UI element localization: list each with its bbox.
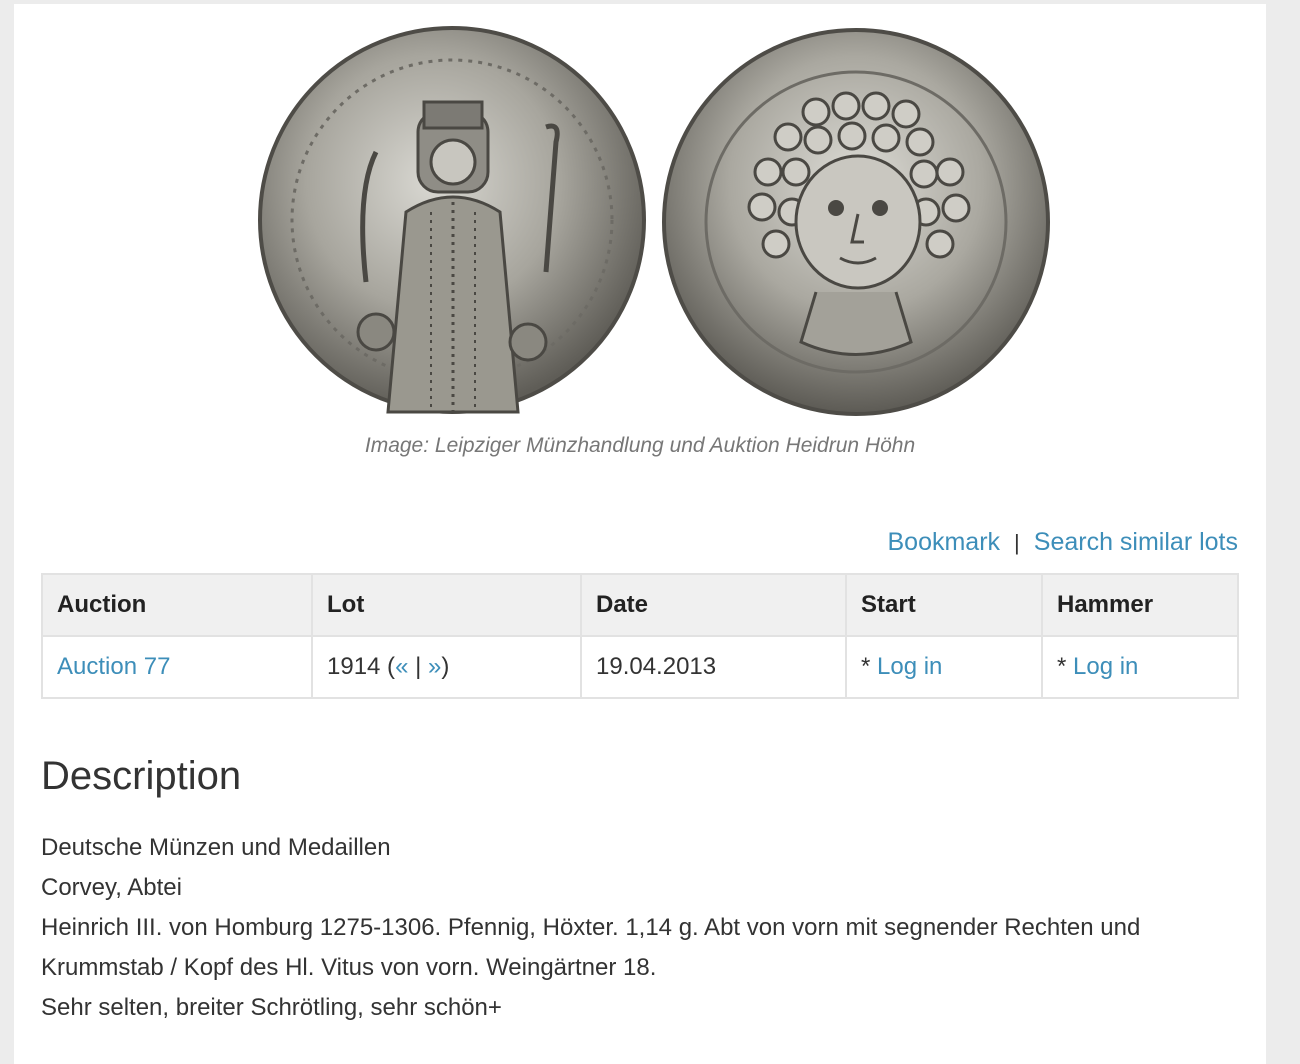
start-login-link[interactable]: Log in bbox=[877, 653, 942, 680]
hammer-prefix: * bbox=[1057, 653, 1067, 680]
hammer-login-link[interactable]: Log in bbox=[1073, 653, 1138, 680]
table-row: Auction 77 1914 (« | ») 19.04.2013 * Log… bbox=[41, 635, 1239, 699]
description-line: Heinrich III. von Homburg 1275-1306. Pfe… bbox=[41, 914, 1141, 981]
lot-table: Auction Lot Date Start Hammer Auction 77… bbox=[41, 573, 1239, 699]
search-similar-lots-link[interactable]: Search similar lots bbox=[1034, 528, 1238, 557]
description-line: Deutsche Münzen und Medaillen bbox=[41, 834, 391, 861]
cell-start: * Log in bbox=[845, 635, 1043, 699]
coin-obverse bbox=[258, 26, 646, 414]
header-auction: Auction bbox=[41, 573, 313, 637]
actions-separator: | bbox=[1014, 529, 1020, 555]
lot-number: 1914 bbox=[327, 653, 381, 680]
cell-auction: Auction 77 bbox=[41, 635, 313, 699]
cell-lot: 1914 (« | ») bbox=[311, 635, 582, 699]
description-body: Deutsche Münzen und Medaillen Corvey, Ab… bbox=[41, 828, 1246, 1028]
auction-link[interactable]: Auction 77 bbox=[57, 653, 170, 680]
table-header-row: Auction Lot Date Start Hammer bbox=[41, 573, 1239, 637]
bookmark-link[interactable]: Bookmark bbox=[888, 528, 1001, 557]
description-line: Sehr selten, breiter Schrötling, sehr sc… bbox=[41, 994, 502, 1021]
description-heading: Description bbox=[41, 754, 242, 798]
cell-hammer: * Log in bbox=[1041, 635, 1239, 699]
image-caption: Image: Leipziger Münzhandlung und Auktio… bbox=[364, 434, 916, 457]
header-date: Date bbox=[580, 573, 847, 637]
lot-nav-separator: | bbox=[415, 653, 422, 680]
start-prefix: * bbox=[861, 653, 871, 680]
lot-actions: Bookmark | Search similar lots bbox=[888, 528, 1239, 557]
next-lot-link[interactable]: » bbox=[428, 653, 441, 680]
cell-date: 19.04.2013 bbox=[580, 635, 847, 699]
lot-detail-panel: Image: Leipziger Münzhandlung und Auktio… bbox=[14, 4, 1266, 1064]
coin-reverse bbox=[662, 28, 1050, 416]
header-lot: Lot bbox=[311, 573, 582, 637]
header-start: Start bbox=[845, 573, 1043, 637]
description-line: Corvey, Abtei bbox=[41, 874, 182, 901]
coin-image bbox=[258, 26, 1050, 416]
previous-lot-link[interactable]: « bbox=[395, 653, 408, 680]
header-hammer: Hammer bbox=[1041, 573, 1239, 637]
